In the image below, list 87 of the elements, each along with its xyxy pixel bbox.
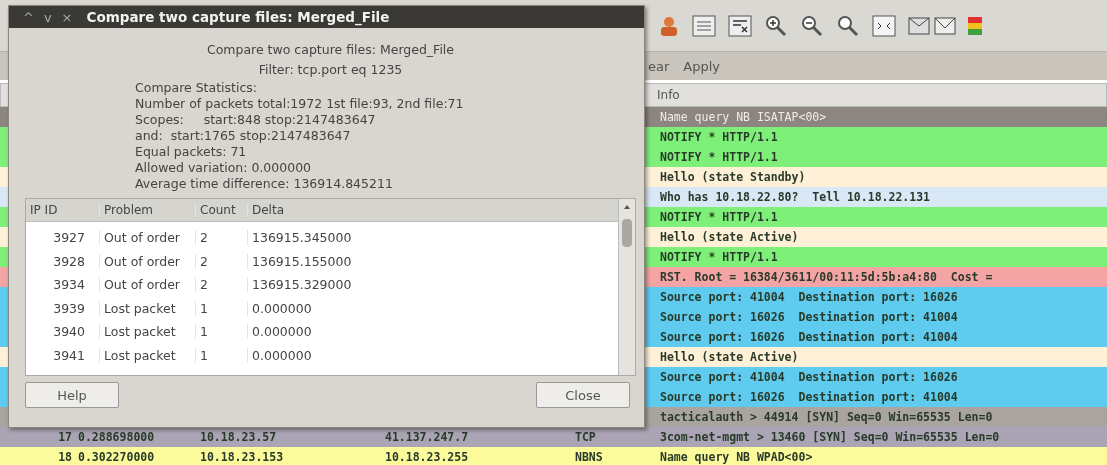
table-cell-text: NBNS bbox=[575, 450, 604, 464]
statistics-line: and: start:1765 stop:2147483647 bbox=[135, 128, 352, 144]
statistics-line: Scopes: start:848 stop:2147483647 bbox=[135, 112, 377, 128]
filter-text: Filter: tcp.port eq 1235 bbox=[257, 61, 404, 79]
resize-columns-icon[interactable] bbox=[872, 14, 896, 37]
column-header[interactable]: Info bbox=[657, 88, 680, 102]
table-cell: 3927 bbox=[26, 230, 100, 246]
table-cell-text: 10.18.23.153 bbox=[200, 450, 285, 464]
window-title: Compare two capture files: Merged_File bbox=[86, 9, 390, 25]
table-cell-text: 136915.155000 bbox=[251, 253, 353, 269]
table-cell: 3939 bbox=[26, 300, 100, 316]
table-cell: Out of order bbox=[100, 253, 196, 269]
table-cell: Lost packet bbox=[100, 347, 196, 363]
table-cell: Source port: 41004 Destination port: 16026 bbox=[660, 370, 958, 384]
statistics-line: Equal packets: 71 bbox=[135, 144, 248, 160]
table-cell: 3928 bbox=[26, 253, 100, 269]
table-cell: NOTIFY * HTTP/1.1 bbox=[660, 130, 778, 144]
table-cell-text: 10.18.23.255 bbox=[385, 450, 470, 464]
table-cell: 3940 bbox=[26, 324, 100, 340]
table-cell: Who has 10.18.22.80? Tell 10.18.22.131 bbox=[660, 190, 931, 204]
title-bar-button[interactable]: × bbox=[61, 9, 73, 25]
table-cell: Out of order bbox=[100, 230, 196, 246]
table-cell-text: 136915.329000 bbox=[251, 277, 353, 293]
table-cell: 2 bbox=[196, 253, 248, 269]
dialog-button[interactable]: Help bbox=[25, 382, 119, 408]
table-cell-text: 136915.345000 bbox=[251, 230, 353, 246]
table-cell-text: 17 bbox=[57, 430, 72, 444]
statistics-line: Average time difference: 136914.845211 bbox=[135, 176, 394, 192]
zoom-reset-icon[interactable] bbox=[836, 14, 860, 37]
table-cell-text: 0.000000 bbox=[251, 347, 313, 363]
apply-button[interactable]: Apply bbox=[681, 56, 722, 76]
table-cell: Source port: 16026 Destination port: 41004 bbox=[660, 310, 958, 324]
statistics-line: Allowed variation: 0.000000 bbox=[135, 160, 313, 176]
column-header[interactable]: Problem bbox=[100, 203, 196, 217]
table-cell-text: 0.000000 bbox=[251, 324, 313, 340]
table-cell: 3941 bbox=[26, 347, 100, 363]
list-icon[interactable] bbox=[692, 14, 716, 37]
table-cell: tacticalauth > 44914 [SYN] Seq=0 Win=65535 Len=0 bbox=[660, 410, 993, 424]
coloring-icon[interactable] bbox=[968, 14, 982, 37]
table-cell-text: 0.302270000 bbox=[77, 450, 156, 464]
scrollbar-thumb[interactable] bbox=[622, 219, 632, 247]
zoom-in-icon[interactable] bbox=[764, 14, 788, 37]
table-cell: NOTIFY * HTTP/1.1 bbox=[660, 210, 778, 224]
column-header[interactable]: IP ID bbox=[26, 203, 100, 217]
table-cell: Hello (state Active) bbox=[660, 230, 799, 244]
scrollbar[interactable] bbox=[618, 199, 635, 375]
statistics-line: Compare Statistics: bbox=[135, 80, 259, 96]
table-cell-text: 41.137.247.7 bbox=[385, 430, 470, 444]
table-cell: 1 bbox=[196, 300, 248, 316]
table-cell: Out of order bbox=[100, 277, 196, 293]
envelope-icon[interactable] bbox=[908, 14, 956, 37]
table-cell: RST. Root = 16384/3611/00:11:5d:5b:a4:80 Cost = bbox=[660, 270, 993, 284]
table-cell: 2 bbox=[196, 230, 248, 246]
table-cell: Name query NB WPAD<00> bbox=[660, 450, 813, 464]
table-cell-text: 10.18.23.57 bbox=[200, 430, 278, 444]
table-cell: Hello (state Standby) bbox=[660, 170, 806, 184]
table-cell: Source port: 16026 Destination port: 41004 bbox=[660, 330, 958, 344]
table-cell: Name query NB ISATAP<00> bbox=[660, 110, 827, 124]
clear-button[interactable]: ear bbox=[646, 56, 672, 76]
title-bar-button[interactable]: ^ bbox=[23, 9, 34, 25]
table-cell-text: 0.288698000 bbox=[77, 430, 156, 444]
table-cell: 2 bbox=[196, 277, 248, 293]
dialog-button[interactable]: Close bbox=[536, 382, 630, 408]
table-cell-text: 18 bbox=[57, 450, 72, 464]
table-cell: Hello (state Active) bbox=[660, 350, 799, 364]
packet-row[interactable]: 18 0.302270000 10.18.23.153 10.18.23.255 NBNS Name query NB WPAD<00> bbox=[0, 447, 1107, 465]
packet-row[interactable]: 17 0.288698000 10.18.23.57 41.137.247.7 TCP 3com-net-mgmt > 13460 [SYN] Seq=0 Win=65535 Len=0 bbox=[0, 427, 1107, 447]
table-cell: 1 bbox=[196, 324, 248, 340]
table-cell: NOTIFY * HTTP/1.1 bbox=[660, 150, 778, 164]
table-cell-text: TCP bbox=[575, 430, 597, 444]
table-cell: Source port: 16026 Destination port: 41004 bbox=[660, 390, 958, 404]
zoom-out-icon[interactable] bbox=[800, 14, 824, 37]
table-cell: 3com-net-mgmt > 13460 [SYN] Seq=0 Win=65535 Len=0 bbox=[660, 430, 1000, 444]
list-close-icon[interactable] bbox=[728, 14, 752, 37]
table-cell-text: 0.000000 bbox=[251, 300, 313, 316]
table-cell: Source port: 41004 Destination port: 16026 bbox=[660, 290, 958, 304]
table-cell: Lost packet bbox=[100, 324, 196, 340]
user-icon[interactable] bbox=[658, 14, 680, 37]
dialog-heading: Compare two capture files: Merged_File bbox=[205, 41, 456, 59]
table-cell: NOTIFY * HTTP/1.1 bbox=[660, 250, 778, 264]
table-cell: 1 bbox=[196, 347, 248, 363]
column-header[interactable]: Delta bbox=[248, 203, 388, 217]
column-header[interactable]: Count bbox=[196, 203, 248, 217]
table-cell: 3934 bbox=[26, 277, 100, 293]
table-cell: Lost packet bbox=[100, 300, 196, 316]
statistics-line: Number of packets total:1972 1st file:93, 2nd file:71 bbox=[135, 96, 465, 112]
title-bar-button[interactable]: v bbox=[43, 9, 52, 25]
